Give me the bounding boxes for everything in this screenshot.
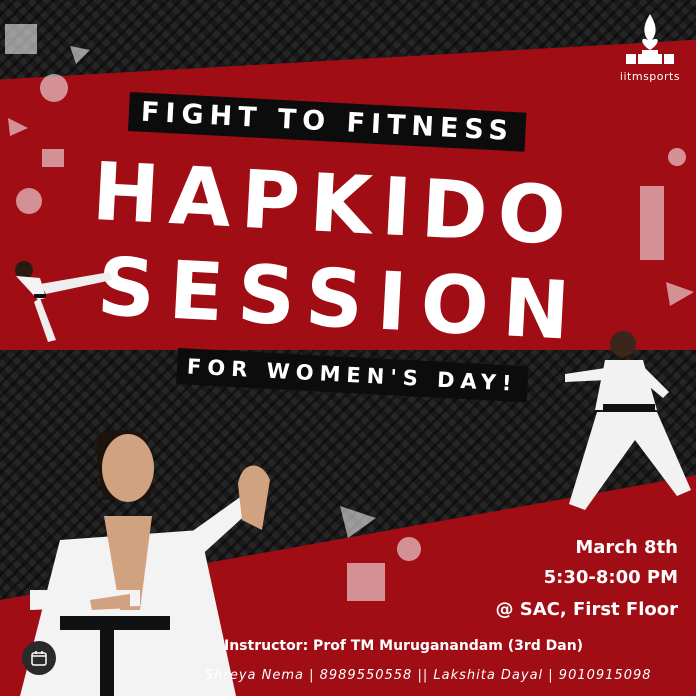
poster: iitmsports FIGHT TO FITNESS HAPKIDO SESS… — [0, 0, 696, 696]
decor-square — [42, 149, 64, 167]
decor-triangle — [70, 46, 90, 64]
contacts-line: Shreya Nema | 8989550558 || Lakshita Day… — [205, 668, 652, 683]
event-date: March 8th — [575, 537, 678, 558]
instructor-line: Instructor: Prof TM Muruganandam (3rd Da… — [224, 638, 584, 654]
calendar-button[interactable] — [22, 641, 56, 675]
decor-square — [5, 24, 37, 54]
kicking-figure — [15, 261, 112, 342]
event-time: 5:30-8:00 PM — [543, 567, 678, 588]
decor-circle — [397, 537, 421, 561]
logo-text: iitmsports — [619, 70, 681, 83]
decor-circle — [668, 148, 686, 166]
stance-figure-right — [565, 331, 691, 510]
decor-triangle — [340, 506, 376, 538]
decor-square — [347, 563, 385, 601]
event-venue: @ SAC, First Floor — [495, 599, 678, 620]
decor-triangle — [8, 118, 28, 136]
iitmsports-logo: iitmsports — [612, 10, 688, 83]
decor-circle — [40, 74, 68, 102]
decor-circle — [16, 188, 42, 214]
decor-triangle — [666, 282, 694, 306]
decor-bar — [640, 186, 664, 260]
calendar-icon — [31, 651, 47, 666]
flame-cup-icon — [626, 14, 674, 64]
